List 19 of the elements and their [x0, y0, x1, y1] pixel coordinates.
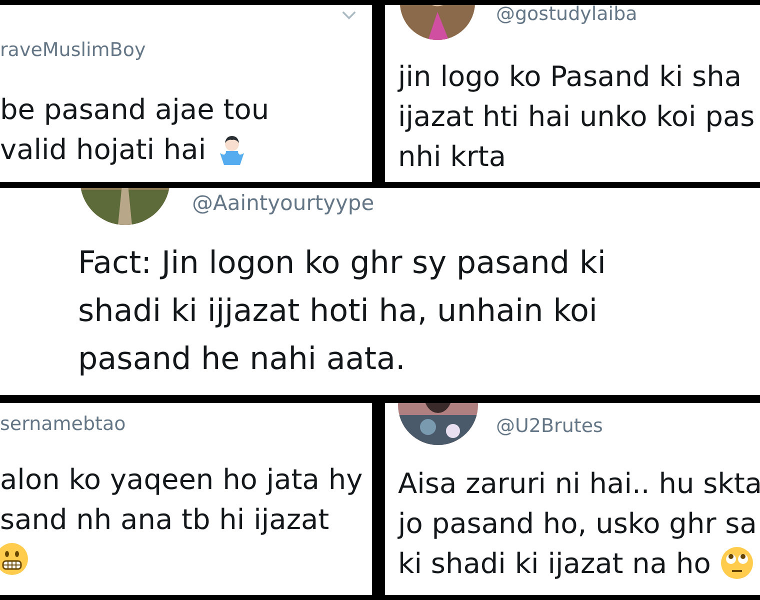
- tweet-text-line: Fact: Jin logon ko ghr sy pasand ki: [78, 245, 606, 281]
- tweet-text-line: pasand he nahi aata.: [78, 341, 406, 377]
- tweet-text-line: Aisa zaruri ni hai.. hu skta: [398, 466, 760, 500]
- username: @Aaintyourtyype: [192, 193, 374, 214]
- tweet-text-line: nhi krta: [398, 140, 506, 172]
- tweet-text-line: alon ko yaqeen ho jata hy: [0, 462, 363, 496]
- username: raveMuslimBoy: [0, 39, 146, 61]
- tweet-text-line: jo pasand ho, usko ghr sa: [398, 506, 757, 540]
- username: @U2Brutes: [496, 417, 603, 436]
- tweet-text-line: sand nh ana tb hi ijazat: [0, 502, 330, 536]
- tweet-text-line: valid hojati hai: [0, 132, 206, 166]
- username: sernamebtao: [0, 413, 126, 435]
- tweet-text-line: ijazat hti hai unko koi pas: [398, 100, 755, 132]
- tweet-text-line: ki shadi ki ijazat na ho: [398, 546, 711, 580]
- chevron-down-icon[interactable]: [342, 11, 356, 20]
- tweet-text-line: jin logo ko Pasand ki sha: [398, 60, 742, 92]
- username: @gostudylaiba: [496, 5, 638, 24]
- tweet-text-line: be pasand ajae tou: [0, 92, 270, 126]
- tweet-text-line: shadi ki ijjazat hoti ha, unhain koi: [78, 293, 598, 329]
